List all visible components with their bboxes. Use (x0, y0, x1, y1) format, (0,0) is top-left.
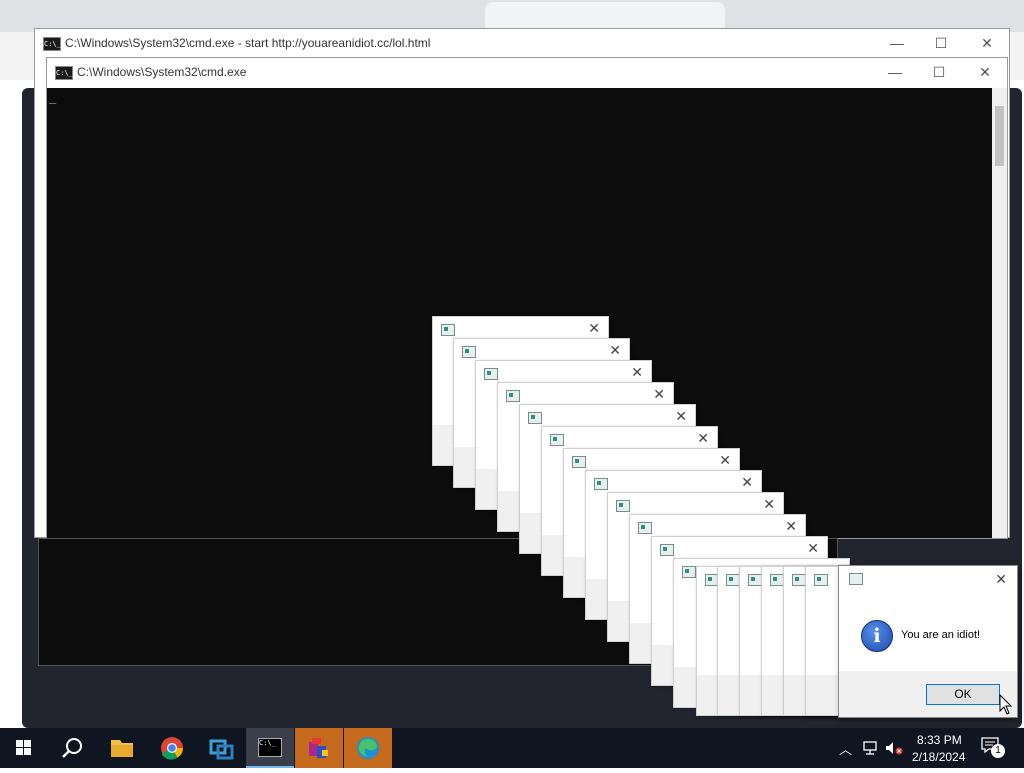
cmd-back-title: C:\Windows\System32\cmd.exe - start http… (65, 36, 431, 50)
taskbar-virtualbox[interactable] (197, 728, 245, 768)
popup-app-icon (594, 478, 608, 490)
chrome-icon (161, 737, 183, 760)
taskbar-file-explorer[interactable] (98, 728, 146, 768)
popup-app-icon (748, 574, 762, 586)
popup-app-icon (792, 574, 806, 586)
popup-app-icon (506, 390, 520, 402)
clock-date: 2/18/2024 (912, 750, 966, 764)
minimize-button[interactable]: — (873, 58, 917, 86)
popup-app-icon (682, 566, 696, 578)
dialog-message: You are an idiot! (901, 629, 981, 641)
taskbar-winrar[interactable] (295, 728, 343, 768)
popup-close-icon[interactable]: ✕ (631, 364, 643, 381)
popup-app-icon (484, 368, 498, 380)
popup-close-icon[interactable]: ✕ (675, 408, 687, 425)
taskbar: C:\_ ︿ 8:33 PM 2/18/2024 1 (0, 728, 1024, 768)
popup-close-icon[interactable]: ✕ (785, 518, 797, 535)
network-icon[interactable] (862, 740, 880, 756)
popup-app-icon (528, 412, 542, 424)
scrollbar-thumb[interactable] (995, 106, 1004, 166)
popup-close-icon[interactable]: ✕ (609, 342, 621, 359)
popup-close-icon[interactable]: ✕ (588, 320, 600, 337)
search-button[interactable] (48, 728, 96, 768)
popup-app-icon (814, 574, 828, 586)
popup-app-icon (572, 456, 586, 468)
popup-app-icon (616, 500, 630, 512)
info-icon: i (861, 620, 893, 652)
volume-muted-icon[interactable] (884, 740, 904, 756)
mouse-pointer-icon (999, 694, 1013, 715)
close-button[interactable]: ✕ (963, 58, 1007, 86)
popup-close-icon[interactable]: ✕ (807, 540, 819, 557)
edge-icon (357, 737, 379, 759)
clock[interactable]: 8:33 PM 2/18/2024 (906, 730, 972, 766)
popup-app-icon (638, 522, 652, 534)
dialog-close-icon[interactable]: ✕ (995, 571, 1007, 588)
clock-time: 8:33 PM (917, 733, 962, 747)
virtualbox-icon (209, 739, 234, 760)
maximize-button[interactable]: ☐ (917, 58, 961, 86)
popup-app-icon (550, 434, 564, 446)
popup-close-icon[interactable]: ✕ (697, 430, 709, 447)
popup-app-icon (726, 574, 740, 586)
cmd-app-icon: C:\_ (43, 37, 61, 51)
ok-button[interactable]: OK (926, 684, 1000, 705)
cmd-app-icon: C:\_ (55, 66, 73, 80)
console-scrollbar[interactable] (992, 88, 1007, 538)
cmd-front-title: C:\Windows\System32\cmd.exe (77, 65, 247, 79)
popup-app-icon (462, 346, 476, 358)
console-cursor: _ (49, 90, 57, 104)
taskbar-edge[interactable] (344, 728, 392, 768)
notification-count-badge: 1 (991, 744, 1005, 758)
taskbar-cmd[interactable]: C:\_ (246, 728, 294, 768)
popup-app-icon (770, 574, 784, 586)
popup-close-icon[interactable]: ✕ (653, 386, 665, 403)
search-icon (62, 738, 82, 758)
folder-icon (111, 740, 133, 757)
action-center-button[interactable]: 1 (980, 736, 1006, 760)
windows-logo-icon (16, 740, 31, 755)
cmd-icon: C:\_ (258, 738, 282, 757)
popup-close-icon[interactable]: ✕ (719, 452, 731, 469)
minimize-button[interactable]: — (875, 29, 919, 57)
dialog-app-icon (849, 573, 863, 585)
popup-app-icon (660, 544, 674, 556)
popup-app-icon (441, 324, 455, 336)
popup-close-icon[interactable]: ✕ (741, 474, 753, 491)
winrar-icon (309, 738, 328, 758)
taskbar-chrome[interactable] (148, 728, 196, 768)
maximize-button[interactable]: ☐ (919, 29, 963, 57)
start-button[interactable] (0, 728, 48, 768)
show-hidden-icons-chevron-icon[interactable]: ︿ (839, 739, 852, 758)
popup-close-icon[interactable]: ✕ (763, 496, 775, 513)
message-dialog[interactable]: ✕ i You are an idiot! OK (838, 565, 1018, 718)
close-button[interactable]: ✕ (965, 29, 1009, 57)
